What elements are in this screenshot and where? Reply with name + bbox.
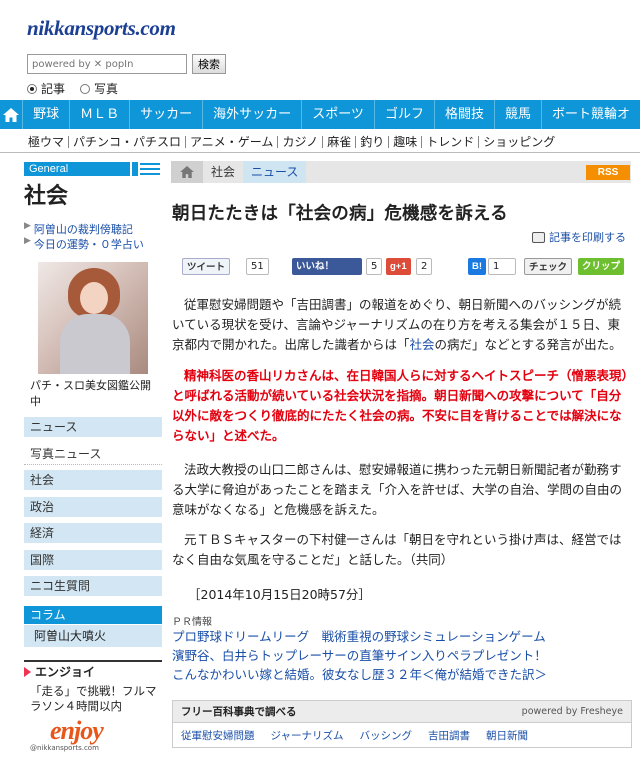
site-logo[interactable]: nikkansports.com xyxy=(27,16,176,41)
breadcrumb-society[interactable]: 社会 xyxy=(203,161,243,183)
keyword-link-society[interactable]: 社会 xyxy=(410,337,435,352)
subnav-item[interactable]: 極ウマ xyxy=(24,136,68,148)
printer-icon xyxy=(532,231,545,243)
home-icon[interactable] xyxy=(0,100,22,129)
article-paragraph-3: 法政大教授の山口二郎さんは、慰安婦報道に携わった元朝日新聞記者が勤務する大学に脅… xyxy=(172,462,623,517)
side-menu-niconico[interactable]: ニコ生質問 xyxy=(24,576,162,597)
print-link[interactable]: 記事を印刷する xyxy=(532,229,626,245)
photo-body xyxy=(60,314,130,374)
triangle-icon xyxy=(24,667,31,677)
like-count: 5 xyxy=(366,258,383,275)
nav-item[interactable]: 格闘技 xyxy=(433,100,494,129)
enjoy-heading: エンジョイ xyxy=(24,660,162,680)
nav-item[interactable]: 海外サッカー xyxy=(202,100,301,129)
dictionary-heading: フリー百科事典で調べる xyxy=(181,706,297,718)
hatena-bookmark-button[interactable]: B! xyxy=(468,258,487,275)
hatena-count: 1 xyxy=(488,258,516,275)
pr-link[interactable]: プロ野球ドリームリーグ 戦術重視の野球シミュレーションゲーム xyxy=(172,628,546,646)
enjoy-logo[interactable]: enjoy @nikkansports.com xyxy=(30,716,140,752)
dictionary-box: フリー百科事典で調べる powered by Fresheye 従軍慰安婦問題 ジ… xyxy=(172,700,632,748)
radio-checked-icon xyxy=(27,83,37,94)
side-menu-news[interactable]: ニュース xyxy=(24,417,162,438)
sub-nav: 極ウマ パチンコ・パチスロ アニメ・ゲーム カジノ 麻雀 釣り 趣味 トレンド … xyxy=(0,131,640,153)
side-menu-column-header: コラム xyxy=(24,606,162,624)
photo-face xyxy=(80,282,108,314)
radio-articles[interactable]: 記事 xyxy=(27,80,65,97)
side-menu-economy[interactable]: 経済 xyxy=(24,523,162,544)
gplus-button[interactable]: g+1 xyxy=(386,258,411,275)
side-menu-society[interactable]: 社会 xyxy=(24,470,162,491)
arrow-icon: ▶ xyxy=(24,236,31,246)
dictionary-powered-by: powered by Fresheye xyxy=(521,706,623,717)
article-headline: 朝日たたきは「社会の病」危機感を訴える xyxy=(172,204,508,224)
facebook-like-button[interactable]: いいね！ xyxy=(292,258,362,275)
nav-item[interactable]: スポーツ xyxy=(301,100,374,129)
subnav-item[interactable]: トレンド xyxy=(421,135,478,148)
side-menu-photo-news[interactable]: 写真ニュース xyxy=(24,444,162,465)
radio-unchecked-icon xyxy=(80,83,90,94)
nav-item[interactable]: 野球 xyxy=(22,100,69,129)
pr-link[interactable]: こんなかわいい嫁と結婚。彼女なし歴３２年＜俺が結婚できた訳＞ xyxy=(172,666,547,684)
subnav-item[interactable]: アニメ・ゲーム xyxy=(185,135,277,148)
enjoy-logo-sub: @nikkansports.com xyxy=(30,744,99,752)
promo-photo[interactable] xyxy=(38,262,148,374)
nav-item[interactable]: 競馬 xyxy=(493,100,541,129)
enjoy-logo-text: enjoy xyxy=(50,716,104,745)
nav-item[interactable]: ゴルフ xyxy=(373,100,434,129)
side-link-court-diary[interactable]: ▶ 阿曽山の裁判傍聴記 xyxy=(24,221,133,237)
dictionary-keyword[interactable]: 朝日新聞 xyxy=(486,727,528,745)
pr-link[interactable]: 濱野谷、白井らトップレーサーの直筆サイン入りペラプレゼント！ xyxy=(172,647,547,665)
dictionary-keywords: 従軍慰安婦問題 ジャーナリズム バッシング 吉田調書 朝日新聞 xyxy=(173,723,631,749)
nav-item[interactable]: サッカー xyxy=(129,100,202,129)
subnav-item[interactable]: 趣味 xyxy=(388,135,421,148)
side-menu-politics[interactable]: 政治 xyxy=(24,497,162,518)
article-paragraph-1: 従軍慰安婦問題や「吉田調書」の報道をめぐり、朝日新聞へのバッシングが続いている現… xyxy=(172,295,632,355)
radio-label: 写真 xyxy=(94,82,119,96)
enjoy-heading-label: エンジョイ xyxy=(35,665,96,679)
paragraph-text: の病だ」などとする発言が出た。 xyxy=(434,337,622,352)
article-date: ［2014年10月15日20時57分］ xyxy=(188,587,371,602)
radio-label: 記事 xyxy=(41,82,66,96)
side-menu-column-item[interactable]: 阿曽山大噴火 xyxy=(24,625,162,647)
clip-button[interactable]: クリップ xyxy=(578,258,625,275)
side-menu-international[interactable]: 国際 xyxy=(24,550,162,571)
subnav-item[interactable]: パチンコ・パチスロ xyxy=(68,135,185,148)
photo-caption[interactable]: パチ・スロ美女図鑑公開中 xyxy=(30,378,160,410)
gplus-count: 2 xyxy=(416,258,433,275)
mixi-check-button[interactable]: チェック xyxy=(524,258,573,275)
general-emblem-icon xyxy=(130,160,162,178)
enjoy-link[interactable]: 「走る」で挑戦！フルマラソン４時間以内 xyxy=(30,684,162,714)
main-nav: 野球 ＭＬＢ サッカー 海外サッカー スポーツ ゴルフ 格闘技 競馬 ボート競輪… xyxy=(0,100,640,129)
dictionary-keyword[interactable]: 従軍慰安婦問題 xyxy=(181,727,255,745)
subnav-item[interactable]: 麻雀 xyxy=(322,135,355,148)
dictionary-keyword[interactable]: 吉田調書 xyxy=(428,727,470,745)
dictionary-header: フリー百科事典で調べる powered by Fresheye xyxy=(173,701,631,723)
dictionary-keyword[interactable]: ジャーナリズム xyxy=(271,727,344,745)
radio-photos[interactable]: 写真 xyxy=(80,80,118,97)
breadcrumb: 社会 ニュース xyxy=(171,161,631,183)
subnav-item[interactable]: 釣り xyxy=(355,135,388,148)
subnav-item[interactable]: ショッピング xyxy=(478,135,559,148)
breadcrumb-home-icon[interactable] xyxy=(171,161,203,183)
breadcrumb-news: ニュース xyxy=(243,161,307,183)
print-label: 記事を印刷する xyxy=(549,231,626,244)
nav-item[interactable]: ボート競輪オ xyxy=(540,100,640,129)
article-paragraph-2: 精神科医の香山リカさんは、在日韓国人らに対するヘイトスピーチ（憎悪表現）と呼ばれ… xyxy=(172,368,628,443)
search-button[interactable]: 検索 xyxy=(192,54,226,74)
rss-button[interactable]: RSS xyxy=(586,165,630,180)
section-title: 社会 xyxy=(24,184,69,209)
dictionary-keyword[interactable]: バッシング xyxy=(359,727,412,745)
tweet-button[interactable]: ツイート xyxy=(182,258,231,275)
search-input[interactable] xyxy=(27,54,187,74)
side-link-label: 阿曽山の裁判傍聴記 xyxy=(33,223,133,236)
tweet-count: 51 xyxy=(246,258,269,275)
arrow-icon: ▶ xyxy=(24,221,31,231)
side-link-label: 今日の運勢・０学占い xyxy=(33,238,144,251)
pr-heading: ＰＲ情報 xyxy=(172,617,212,628)
subnav-item[interactable]: カジノ xyxy=(277,135,322,148)
side-link-fortune[interactable]: ▶ 今日の運勢・０学占い xyxy=(24,236,144,252)
article-paragraph-4: 元ＴＢＳキャスターの下村健一さんは「朝日を守れという掛け声は、経営ではなく自由な… xyxy=(172,532,622,567)
nav-item[interactable]: ＭＬＢ xyxy=(69,100,129,129)
